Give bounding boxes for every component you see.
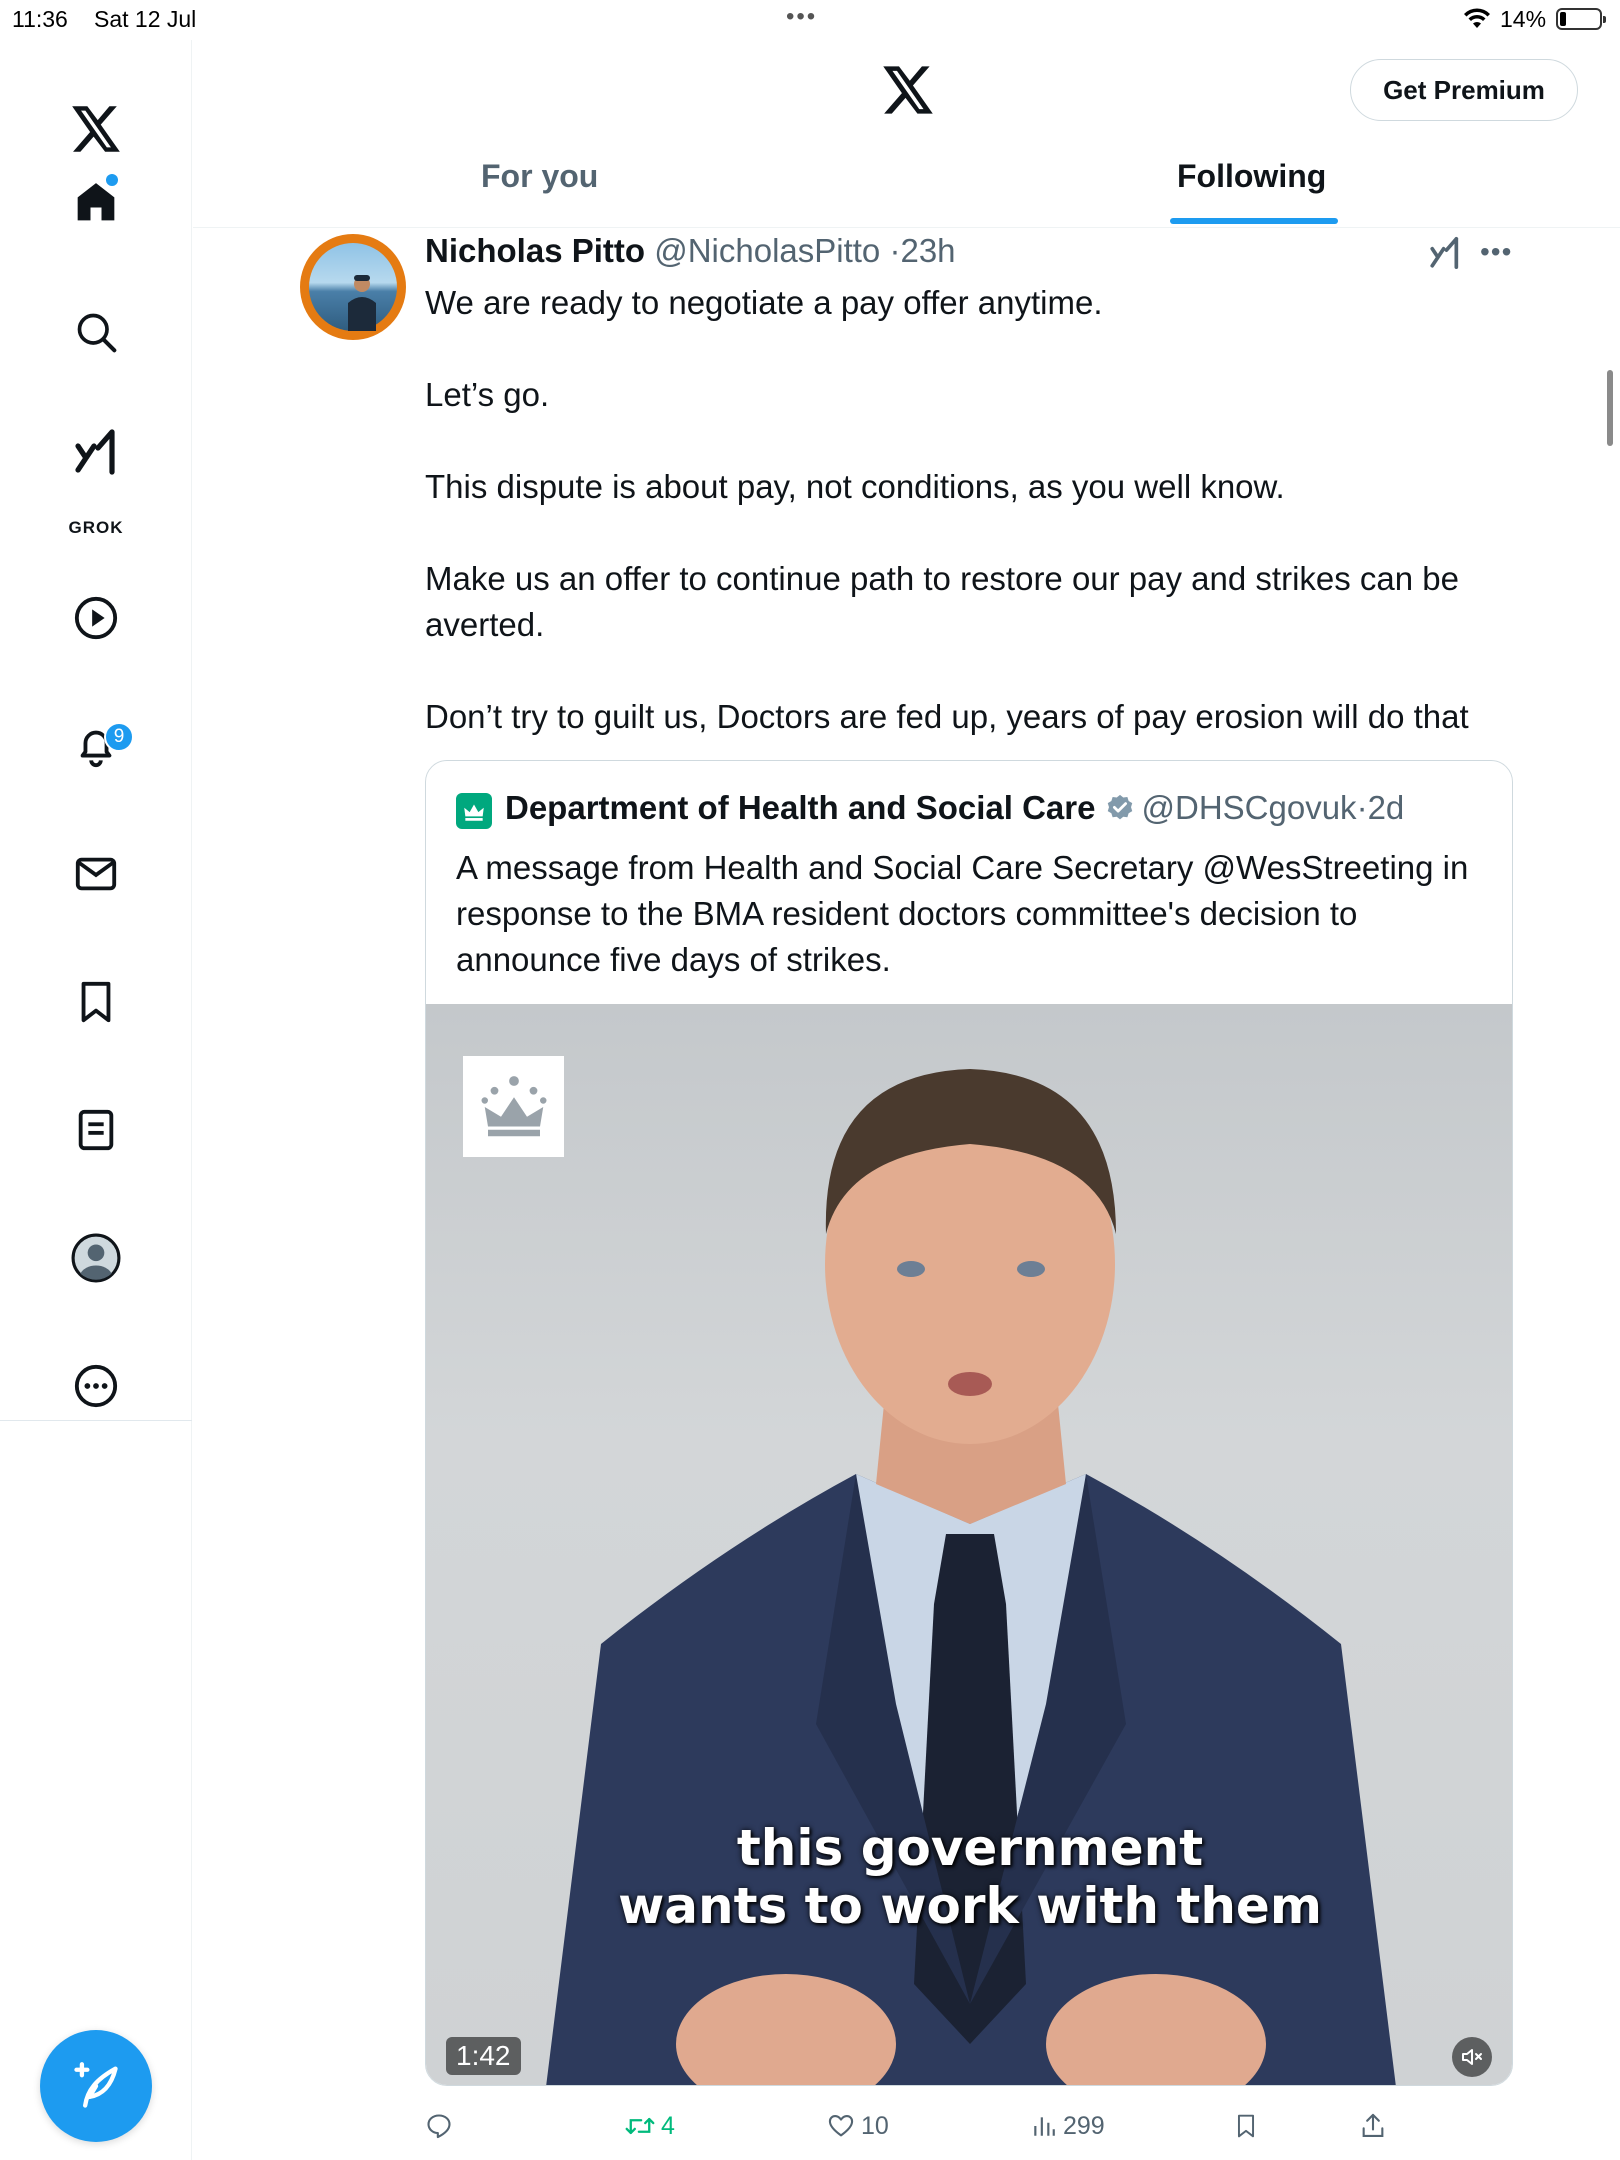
sidebar-divider [0,1420,192,1421]
quoted-author-name[interactable]: Department of Health and Social Care [505,789,1095,826]
caption-line: wants to work with them [618,1877,1322,1935]
post-more-icon[interactable]: ••• [1480,236,1512,268]
meta-separator: · [1356,789,1368,826]
grok-label: GROK [68,518,124,537]
notification-count-badge: 9 [104,722,134,752]
compose-button[interactable] [40,2030,152,2142]
quoted-tweet[interactable]: Department of Health and Social Care @DH… [425,760,1513,2086]
nav-bookmarks[interactable] [66,972,126,1032]
crown-icon [481,1075,546,1136]
post-paragraph: Let’s go. [425,376,550,413]
timeline-scrollbar[interactable] [1607,370,1613,446]
home-notification-dot [106,174,118,186]
retweet-icon [625,2117,655,2135]
nav-profile[interactable] [66,1228,126,1288]
post-paragraph: Make us an offer to continue path to res… [425,560,1460,643]
avatar-person-figure [348,275,376,331]
get-premium-button[interactable]: Get Premium [1350,59,1578,121]
timeline-header: Get Premium For you Following [193,40,1620,228]
bookmark-icon [1237,2114,1255,2138]
nav-messages[interactable] [66,844,126,904]
crown-icon [464,804,484,821]
video-duration: 1:42 [446,2037,521,2075]
quoted-header: Department of Health and Social Care @DH… [505,789,1404,827]
status-time: 11:36 [12,6,68,32]
status-date: Sat 12 Jul [94,6,197,32]
battery-icon [1556,8,1606,30]
quoted-text: A message from Health and Social Care Se… [456,849,1469,978]
more-circle-icon [74,1364,118,1408]
status-bar: 11:36 Sat 12 Jul ••• 14% [0,0,1620,40]
x-logo-icon[interactable] [70,104,122,154]
home-icon [77,183,115,221]
post-body: We are ready to negotiate a pay offer an… [425,280,1515,740]
quoted-time[interactable]: 2d [1368,789,1405,826]
share-button[interactable] [1359,2106,1393,2146]
search-icon [77,313,117,353]
nav-grok[interactable] [66,422,126,482]
post-time[interactable]: 23h [900,232,955,269]
like-count: 10 [861,2111,889,2140]
list-icon [78,1109,114,1151]
video-player[interactable]: this government wants to work with them … [426,1004,1512,2085]
views-chart-icon [1034,2117,1055,2136]
mute-button[interactable] [1452,2037,1492,2077]
like-button[interactable]: 10 [827,2106,889,2146]
post-actions: 4 10 299 [425,2106,1513,2146]
mail-icon [75,857,117,891]
nav-search[interactable] [66,302,126,362]
active-tab-indicator [1170,218,1338,224]
post-paragraph: This dispute is about pay, not condition… [425,468,1285,505]
reply-button[interactable] [425,2106,459,2146]
share-icon [1362,2113,1384,2137]
author-avatar[interactable] [300,234,406,340]
dhsc-avatar[interactable] [456,793,492,829]
tab-for-you[interactable]: For you [481,158,598,195]
battery-percent: 14% [1500,6,1547,32]
tab-following[interactable]: Following [1177,158,1326,195]
verified-badge-icon [1108,794,1133,820]
grok-icon[interactable] [1428,236,1462,270]
nav-lists[interactable] [66,1100,126,1160]
grok-icon [75,429,115,475]
retweet-count: 4 [661,2111,675,2140]
nav-more[interactable] [66,1356,126,1416]
nav-video[interactable] [66,588,126,648]
speaker-muted-icon [1462,2049,1482,2065]
heart-icon [828,2115,854,2137]
profile-avatar-icon [71,1233,121,1283]
video-caption: this government wants to work with them [426,1819,1512,1935]
reply-icon [427,2114,451,2139]
hm-government-logo [463,1056,564,1157]
author-handle[interactable]: @NicholasPitto [654,232,880,269]
wifi-icon [1464,8,1490,28]
sidebar: GROK 9 [0,40,192,2160]
quoted-handle[interactable]: @DHSCgovuk [1141,789,1356,826]
retweet-button[interactable]: 4 [625,2106,675,2146]
compose-feather-icon [74,2062,118,2108]
video-play-icon [74,596,118,640]
author-name[interactable]: Nicholas Pitto [425,232,645,269]
meta-separator: · [889,232,901,269]
caption-line: this government [736,1819,1204,1877]
multitask-dots-icon[interactable]: ••• [786,3,817,31]
post-paragraph: We are ready to negotiate a pay offer an… [425,284,1103,321]
views-count: 299 [1063,2111,1105,2140]
x-logo-icon[interactable] [881,64,935,116]
post-paragraph: Don’t try to guilt us, Doctors are fed u… [425,698,1469,735]
bookmark-button[interactable] [1233,2106,1265,2146]
post-header: Nicholas Pitto @NicholasPitto ·23h [425,232,956,270]
views-button[interactable]: 299 [1031,2106,1105,2146]
bookmark-icon [81,981,111,1023]
